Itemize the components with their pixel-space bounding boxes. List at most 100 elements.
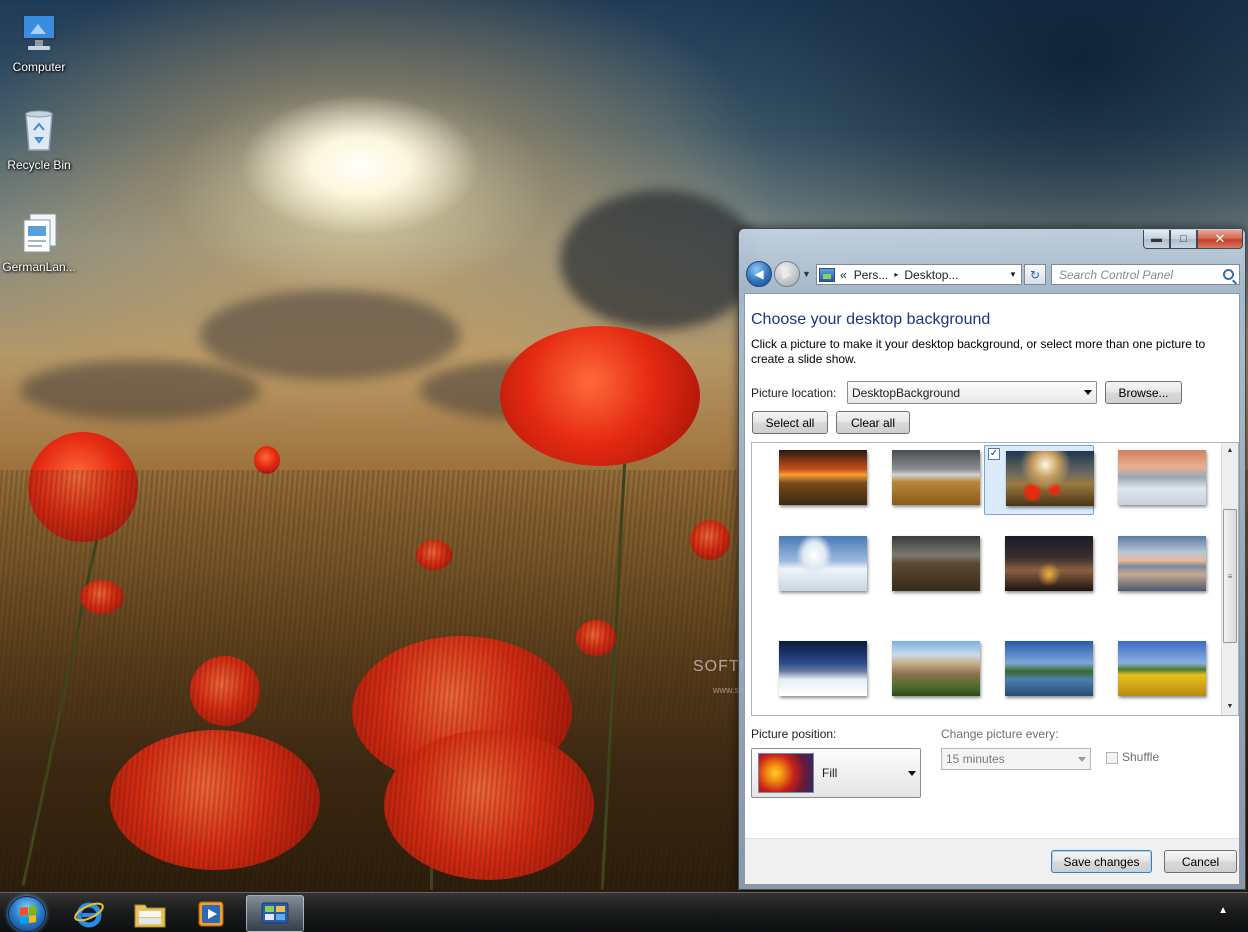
save-changes-button[interactable]: Save changes (1051, 850, 1152, 873)
desktop-icon-computer[interactable]: Computer (0, 10, 78, 74)
thumbnail-dirt-road[interactable] (871, 531, 981, 601)
thumbnail-snowy-village[interactable] (758, 636, 868, 706)
taskbar-media-player[interactable] (182, 895, 240, 932)
thumbnail-lake-reflection[interactable] (1097, 531, 1207, 601)
breadcrumb-personalization[interactable]: Pers... (854, 268, 889, 282)
search-placeholder: Search Control Panel (1059, 267, 1174, 282)
scrollbar-thumb[interactable]: ≡ (1223, 509, 1237, 643)
breadcrumb-separator-icon[interactable]: ▸ (894, 270, 898, 279)
desktop-icon-label: Recycle Bin (7, 158, 71, 172)
taskbar-internet-explorer[interactable] (60, 895, 118, 932)
page-title: Choose your desktop background (751, 311, 991, 328)
desktop-icon-document[interactable]: GermanLan... (0, 210, 78, 274)
picture-gallery: ✓ ▲ ≡ ▼ (751, 442, 1239, 716)
desktop-icon-recycle-bin[interactable]: Recycle Bin (0, 108, 78, 172)
cancel-button[interactable]: Cancel (1164, 850, 1237, 873)
thumbnail-frozen-forest[interactable] (1097, 445, 1207, 515)
thumbnail-tree-by-lake[interactable] (984, 636, 1094, 706)
gallery-scrollbar[interactable]: ▲ ≡ ▼ (1221, 443, 1238, 715)
desktop-icon-label: GermanLan... (2, 260, 76, 274)
breadcrumb-desktop-background[interactable]: Desktop... (904, 268, 958, 282)
poppy-flower (28, 432, 138, 542)
poppy-flower (384, 730, 594, 880)
address-bar[interactable]: « Pers... ▸ Desktop... ▼ (816, 264, 1022, 285)
start-button[interactable] (8, 896, 46, 932)
back-button[interactable]: ◀ (746, 261, 772, 287)
poppy-flower (80, 580, 124, 614)
change-interval-select[interactable]: 15 minutes (941, 748, 1091, 770)
search-input[interactable]: Search Control Panel (1051, 264, 1240, 285)
content-pane: Choose your desktop background Click a p… (744, 293, 1240, 885)
position-preview-image (758, 753, 814, 793)
control-panel-icon (261, 902, 289, 923)
clear-all-button[interactable]: Clear all (836, 411, 910, 434)
windows-explorer-icon (134, 904, 166, 927)
poppy-flower (576, 620, 616, 656)
wallpaper-cloud (560, 190, 760, 330)
thumbnail-image (892, 536, 980, 591)
thumbnail-checkbox[interactable]: ✓ (988, 448, 1000, 460)
select-all-button[interactable]: Select all (752, 411, 828, 434)
close-button[interactable]: ✕ (1197, 230, 1243, 249)
thumbnail-orange-sunset[interactable] (758, 445, 868, 515)
control-panel-icon (819, 267, 835, 282)
windows-logo-icon (20, 906, 36, 924)
search-icon[interactable] (1223, 269, 1234, 280)
taskbar-control-panel[interactable] (246, 895, 304, 932)
chevron-down-icon (908, 770, 916, 776)
thumbnail-image (1005, 536, 1093, 591)
wallpaper-cloud (200, 290, 460, 380)
poppy-flower (500, 326, 700, 466)
thumbnail-grid: ✓ (752, 443, 1222, 715)
chevron-down-icon (1084, 390, 1092, 395)
poppy-flower (690, 520, 730, 560)
thumbnail-snowy-tree[interactable] (758, 531, 868, 601)
scroll-down-icon[interactable]: ▼ (1222, 699, 1238, 715)
refresh-button[interactable]: ↻ (1024, 264, 1046, 285)
change-interval-value: 15 minutes (946, 752, 1005, 766)
refresh-icon: ↻ (1029, 267, 1041, 282)
thumbnail-golden-field[interactable] (1097, 636, 1207, 706)
thumbnail-night-cabin[interactable] (984, 531, 1094, 601)
poppy-flower (110, 730, 320, 870)
shuffle-checkbox[interactable] (1106, 752, 1118, 764)
internet-explorer-icon (74, 902, 104, 927)
picture-location-select[interactable]: DesktopBackground (847, 381, 1097, 404)
browse-button[interactable]: Browse... (1105, 381, 1182, 404)
poppy-flower (352, 636, 572, 786)
thumbnail-image (892, 450, 980, 505)
poppy-stem (600, 460, 627, 890)
forward-arrow-icon: ▶ (782, 267, 792, 281)
wallpaper-cloud (20, 360, 260, 420)
thumbnail-image (892, 641, 980, 696)
thumbnail-rock-towers[interactable] (871, 636, 981, 706)
maximize-button[interactable]: □ (1170, 230, 1197, 249)
computer-icon (16, 10, 62, 56)
back-arrow-icon: ◀ (754, 267, 764, 281)
poppy-flower (190, 656, 260, 726)
change-interval-label: Change picture every: (941, 727, 1059, 741)
picture-position-select[interactable]: Fill (751, 748, 921, 798)
picture-location-value: DesktopBackground (852, 385, 961, 400)
thumbnail-image (779, 641, 867, 696)
address-dropdown-icon[interactable]: ▼ (1005, 270, 1021, 279)
poppy-stem (430, 760, 433, 890)
thumbnail-poppy-field[interactable]: ✓ (984, 445, 1094, 515)
caption-buttons: ▬ □ ✕ (1143, 230, 1243, 249)
poppy-stem (21, 523, 102, 887)
thumbnail-image (1005, 641, 1093, 696)
breadcrumb-overflow[interactable]: « (840, 268, 847, 282)
picture-position-label: Picture position: (751, 727, 837, 741)
recycle-bin-icon (16, 108, 62, 154)
forward-button[interactable]: ▶ (774, 261, 800, 287)
taskbar-windows-explorer[interactable] (121, 895, 179, 932)
thumbnail-image (1118, 536, 1206, 591)
show-hidden-icons-button[interactable]: ▲ (1218, 905, 1228, 916)
poppy-flower (254, 446, 280, 474)
recent-pages-dropdown[interactable]: ▼ (802, 269, 811, 279)
minimize-icon: ▬ (1151, 233, 1162, 245)
thumbnail-image (1006, 451, 1094, 506)
scroll-up-icon[interactable]: ▲ (1222, 443, 1238, 459)
thumbnail-wheat-field-storm[interactable] (871, 445, 981, 515)
minimize-button[interactable]: ▬ (1143, 230, 1170, 249)
